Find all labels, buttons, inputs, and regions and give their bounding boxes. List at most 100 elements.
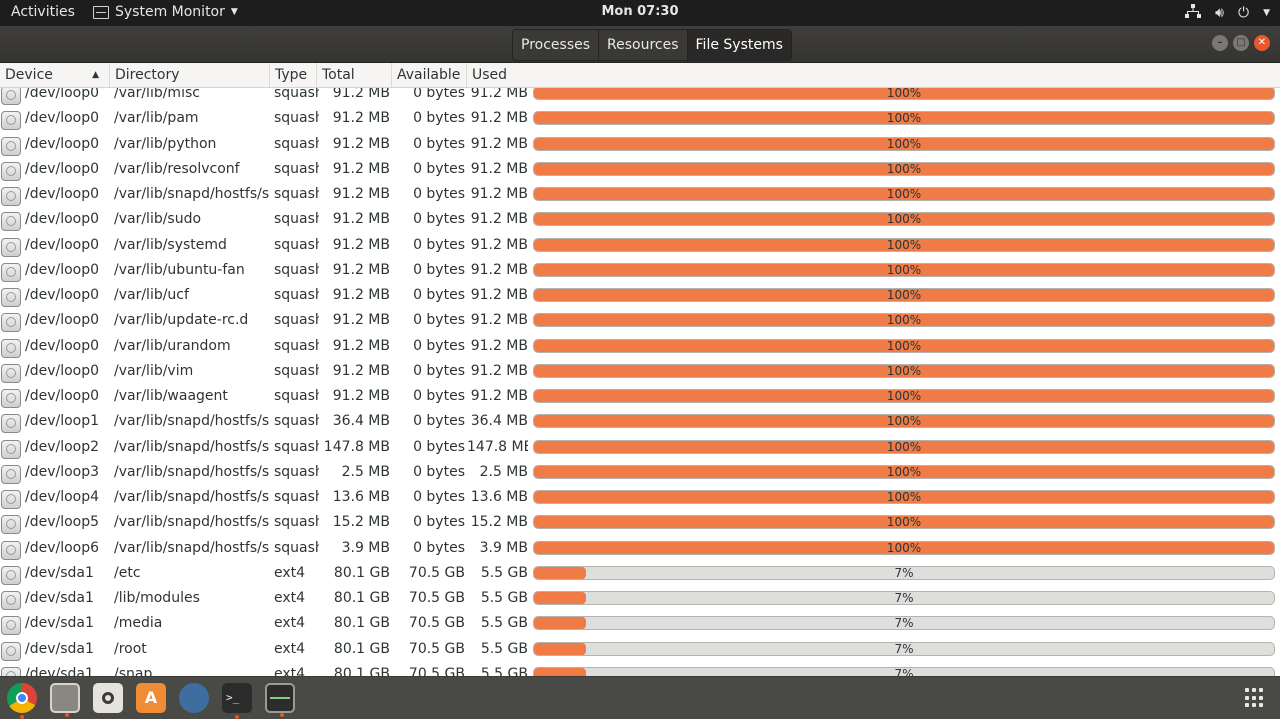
table-row[interactable]: /dev/loop0/var/lib/systemd squash 91.2 MB 0…: [0, 237, 1280, 263]
volume-icon[interactable]: 🔊︎: [1215, 5, 1224, 21]
table-row[interactable]: /dev/sda1/root ext4 80.1 GB 70.5 GB 5.5 GB 7%: [0, 641, 1280, 667]
usage-percent: 100%: [886, 187, 922, 201]
available-cell: 0 bytes: [413, 161, 465, 177]
usage-percent: 100%: [886, 111, 922, 126]
device-cell: /dev/sda1: [25, 616, 94, 632]
used-cell: 91.2 MB: [470, 136, 528, 152]
column-type[interactable]: Type: [270, 63, 317, 87]
usage-bar: 100%: [533, 237, 1275, 252]
column-used[interactable]: Used: [467, 63, 1280, 87]
table-row[interactable]: /dev/loop4/var/lib/snapd/hostfs/sn squash…: [0, 490, 1280, 515]
column-device-label: Device: [5, 67, 53, 83]
network-icon[interactable]: [1185, 4, 1202, 22]
column-total[interactable]: Total: [317, 63, 392, 87]
device-cell: /dev/loop0: [25, 338, 100, 354]
close-icon[interactable]: ✕: [1254, 35, 1270, 51]
table-row[interactable]: /dev/loop0/var/lib/pam squash 91.2 MB 0 byt…: [0, 111, 1280, 136]
total-cell: 91.2 MB: [332, 111, 390, 127]
used-cell: 3.9 MB: [479, 540, 528, 556]
usage-bar: 100%: [533, 288, 1275, 302]
rhythmbox-icon[interactable]: [93, 683, 123, 713]
total-cell: 80.1 GB: [333, 591, 390, 606]
usage-percent: 100%: [886, 515, 922, 530]
drive-icon: [1, 212, 23, 234]
table-row[interactable]: /dev/loop0/var/lib/resolvconf squash 91.2 …: [0, 161, 1280, 187]
table-row[interactable]: /dev/loop6/var/lib/snapd/hostfs/sn squash…: [0, 540, 1280, 566]
usage-bar: 100%: [533, 490, 1275, 504]
column-directory[interactable]: Directory: [110, 63, 270, 87]
chevron-down-icon[interactable]: ▼: [1263, 8, 1270, 18]
power-icon[interactable]: ⏻: [1238, 5, 1249, 21]
available-cell: 0 bytes: [413, 187, 465, 202]
table-row[interactable]: /dev/loop0/var/lib/misc squash 91.2 MB 0 by…: [0, 88, 1280, 111]
table-row[interactable]: /dev/loop0/var/lib/python squash 91.2 MB 0 …: [0, 136, 1280, 162]
used-cell: 91.2 MB: [470, 313, 528, 329]
column-available[interactable]: Available: [392, 63, 467, 87]
table-row[interactable]: /dev/loop3/var/lib/snapd/hostfs/sn squash…: [0, 464, 1280, 490]
table-row[interactable]: /dev/loop0/var/lib/urandom squash 91.2 MB 0…: [0, 338, 1280, 364]
view-switcher: Processes Resources File Systems: [512, 29, 792, 61]
table-row[interactable]: /dev/sda1/etc ext4 80.1 GB 70.5 GB 5.5 GB 7%: [0, 565, 1280, 591]
directory-cell: /media: [114, 616, 163, 632]
table-row[interactable]: /dev/loop0/var/lib/vim squash 91.2 MB 0 byt…: [0, 363, 1280, 389]
table-row[interactable]: /dev/loop5/var/lib/snapd/hostfs/sn squash…: [0, 515, 1280, 540]
system-tray[interactable]: 🔊︎ ⏻ ▼: [1185, 4, 1270, 22]
table-row[interactable]: /dev/sda1/snap ext4 80.1 GB 70.5 GB 5.5 GB 7%: [0, 666, 1280, 676]
usage-percent: 7%: [894, 641, 914, 656]
table-row[interactable]: /dev/loop0/var/lib/update-rc.d squash 91.2…: [0, 313, 1280, 338]
drive-icon: [1, 237, 23, 260]
table-row[interactable]: /dev/sda1/lib/modules ext4 80.1 GB 70.5 GB 5…: [0, 591, 1280, 616]
drive-icon: [1, 616, 23, 638]
table-row[interactable]: /dev/sda1/media ext4 80.1 GB 70.5 GB 5.5 GB 7…: [0, 616, 1280, 641]
drive-icon: [1, 540, 23, 563]
table-row[interactable]: /dev/loop2/var/lib/snapd/hostfs/sn squash…: [0, 439, 1280, 465]
total-cell: 91.2 MB: [332, 338, 390, 354]
system-monitor-icon[interactable]: [265, 683, 295, 717]
table-row[interactable]: /dev/loop1/var/lib/snapd/hostfs/sn squash…: [0, 414, 1280, 439]
used-cell: 91.2 MB: [470, 338, 528, 354]
type-cell: squash: [274, 389, 319, 404]
available-cell: 70.5 GB: [408, 616, 465, 632]
device-cell: /dev/loop0: [25, 136, 100, 152]
type-cell: squash: [274, 490, 319, 505]
used-cell: 91.2 MB: [470, 212, 528, 228]
maximize-icon[interactable]: □: [1233, 35, 1249, 51]
terminal-icon[interactable]: >_: [222, 683, 252, 719]
table-row[interactable]: /dev/loop0/var/lib/ubuntu-fan squash 91.2 …: [0, 262, 1280, 288]
used-cell: 91.2 MB: [470, 237, 528, 253]
table-row[interactable]: /dev/loop0/var/lib/snapd/hostfs/sn squash…: [0, 187, 1280, 212]
total-cell: 80.1 GB: [333, 641, 390, 657]
tab-resources[interactable]: Resources: [599, 30, 688, 60]
type-cell: squash: [274, 111, 319, 127]
type-cell: squash: [274, 414, 319, 430]
device-cell: /dev/sda1: [25, 565, 94, 581]
tab-file-systems[interactable]: File Systems: [687, 30, 791, 60]
available-cell: 0 bytes: [413, 111, 465, 127]
type-cell: squash: [274, 187, 319, 202]
file-system-list[interactable]: /dev/loop0/var/lib/misc squash 91.2 MB 0 by…: [0, 88, 1280, 676]
software-center-icon[interactable]: A: [136, 683, 166, 713]
show-applications-icon[interactable]: [1245, 688, 1265, 708]
table-row[interactable]: /dev/loop0/var/lib/sudo squash 91.2 MB 0 by…: [0, 212, 1280, 237]
tab-processes[interactable]: Processes: [513, 30, 600, 60]
window-controls: – □ ✕: [1212, 35, 1270, 51]
header-bar: Processes Resources File Systems – □ ✕: [0, 26, 1280, 63]
running-indicator: [20, 715, 24, 719]
total-cell: 91.2 MB: [332, 187, 390, 202]
used-cell: 91.2 MB: [470, 88, 528, 101]
total-cell: 80.1 GB: [333, 565, 390, 581]
minimize-icon[interactable]: –: [1212, 35, 1228, 51]
usage-bar: 100%: [533, 161, 1275, 176]
column-device[interactable]: Device ▲: [0, 63, 110, 87]
settings-icon[interactable]: [179, 683, 209, 713]
available-cell: 0 bytes: [413, 136, 465, 152]
type-cell: squash: [274, 540, 319, 556]
files-icon[interactable]: [50, 683, 80, 717]
clock[interactable]: Mon 07:30: [0, 4, 1280, 19]
chrome-icon[interactable]: [7, 683, 37, 719]
drive-icon: [1, 389, 23, 411]
table-row[interactable]: /dev/loop0/var/lib/waagent squash 91.2 MB 0…: [0, 389, 1280, 414]
table-row[interactable]: /dev/loop0/var/lib/ucf squash 91.2 MB 0 byt…: [0, 288, 1280, 313]
available-cell: 0 bytes: [413, 313, 465, 329]
drive-icon: [1, 565, 23, 588]
